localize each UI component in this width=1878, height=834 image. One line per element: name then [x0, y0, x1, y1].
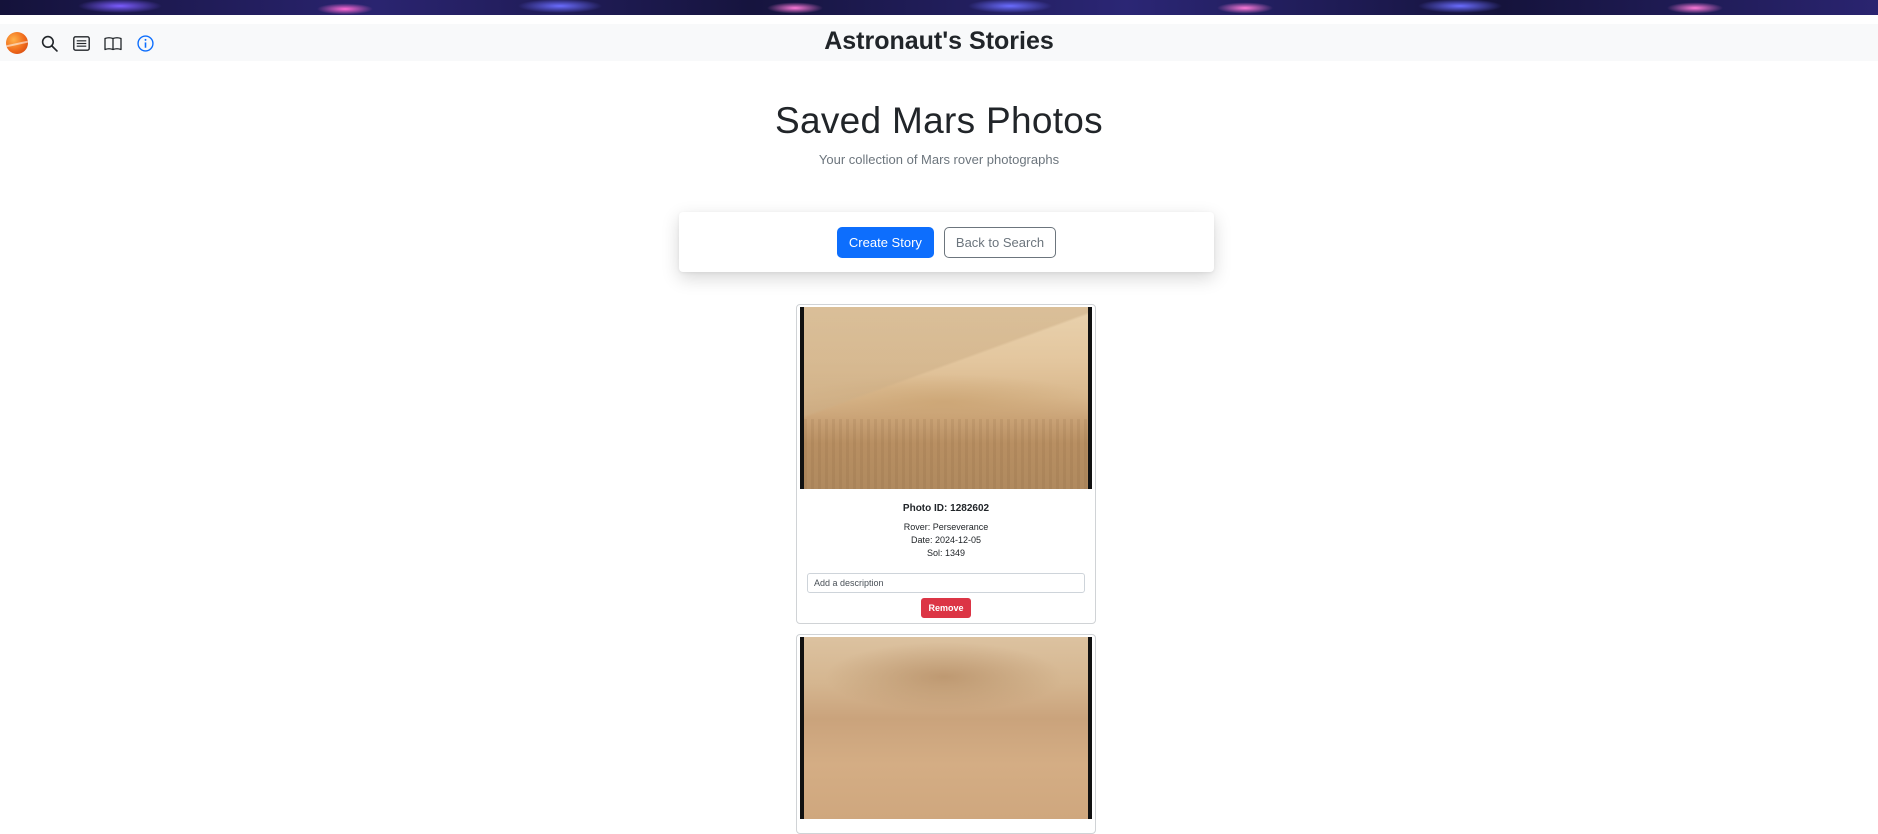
app-title: Astronaut's Stories — [824, 27, 1054, 55]
navbar: Astronaut's Stories — [0, 24, 1878, 61]
mars-photo — [800, 637, 1092, 819]
info-icon[interactable] — [133, 31, 157, 55]
list-icon[interactable] — [69, 31, 93, 55]
galaxy-banner — [0, 0, 1878, 15]
page-subtitle: Your collection of Mars rover photograph… — [818, 152, 1060, 167]
photo-rover: Rover: Perseverance — [903, 522, 989, 532]
photo-sol: Sol: 1349 — [926, 548, 966, 558]
photo-date: Date: 2024-12-05 — [910, 535, 982, 545]
mars-photo — [800, 307, 1092, 489]
mars-logo-icon[interactable] — [5, 31, 29, 55]
remove-button[interactable]: Remove — [921, 598, 971, 618]
page-header: Saved Mars Photos Your collection of Mar… — [0, 100, 1878, 167]
photo-card: Photo ID: 1282602 Rover: Perseverance Da… — [796, 304, 1096, 624]
search-icon[interactable] — [37, 31, 61, 55]
book-icon[interactable] — [101, 31, 125, 55]
photo-id: Photo ID: 1282602 — [902, 503, 990, 514]
create-story-button[interactable]: Create Story — [836, 226, 934, 258]
photo-info: Photo ID: 1282602 Rover: Perseverance Da… — [797, 503, 1095, 560]
description-input[interactable] — [807, 573, 1085, 593]
nav-icon-bar — [5, 31, 165, 55]
page-title: Saved Mars Photos — [775, 100, 1103, 141]
photo-card — [796, 634, 1096, 834]
actions-card: Create Story Back to Search — [679, 212, 1214, 272]
back-to-search-button[interactable]: Back to Search — [943, 226, 1057, 258]
